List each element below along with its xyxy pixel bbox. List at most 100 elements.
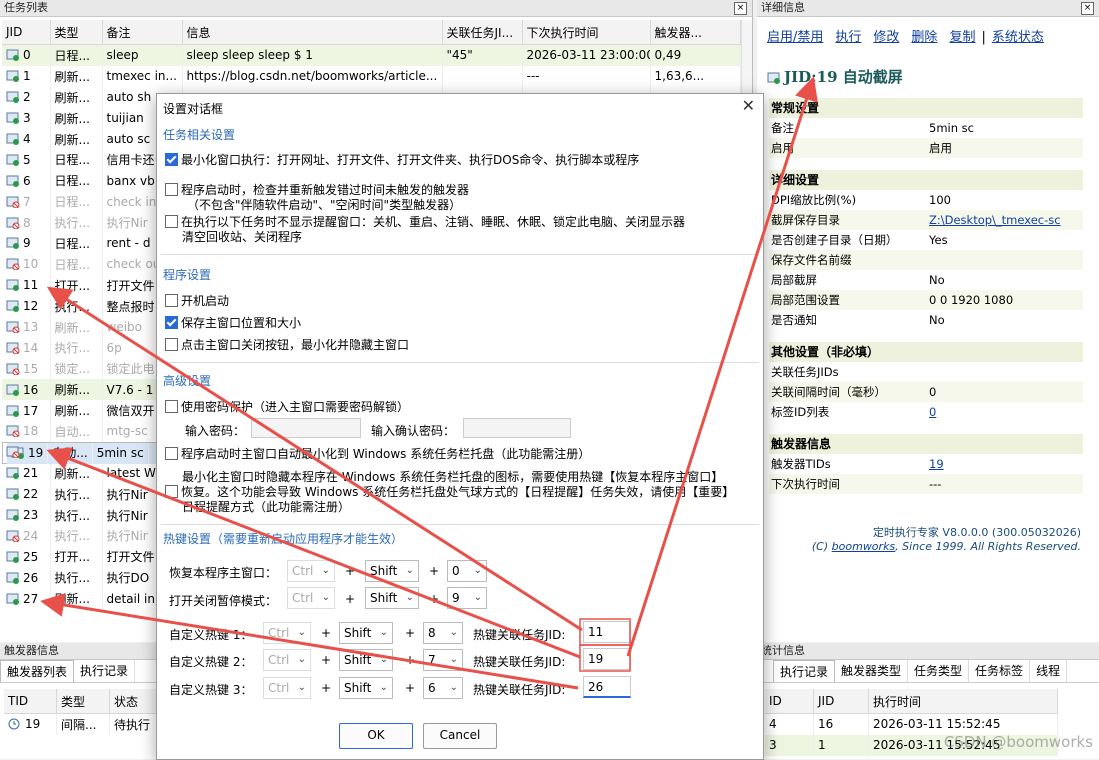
column-header[interactable]: 信息 [182,20,443,45]
checkbox-icon [165,215,178,228]
checkbox-minimize-exec[interactable]: 最小化窗口执行：打开网址、打开文件、打开文件夹、执行DOS命令、执行脚本或程序 [165,153,639,168]
checkbox-close-hide[interactable]: 点击主窗口关闭按钮，最小化并隐藏主窗口 [165,338,409,353]
close-icon[interactable]: × [1081,2,1094,15]
boomworks-link[interactable]: boomworks [832,540,896,553]
hotkey-restore-mod2[interactable]: Shift ⌄ [365,560,419,582]
tab-exec-records[interactable]: 执行记录 [773,660,836,682]
col-state[interactable]: 状态 [109,689,163,714]
tab-task-types[interactable]: 任务类型 [908,660,970,682]
hotkey-pause-key[interactable]: 9 ⌄ [447,587,487,609]
watermark: CSDN @boomworks [943,733,1093,751]
task-disabled-icon [6,196,20,208]
delete-link[interactable]: 删除 [911,30,937,45]
system-status-link[interactable]: 系统状态 [992,30,1044,45]
hotkey-custom3-mod1[interactable]: Ctrl ⌄ [263,677,311,699]
chevron-down-icon: ⌄ [449,654,458,665]
col-id[interactable]: ID [765,689,814,714]
detail-value: 100 [929,193,951,207]
close-icon[interactable]: × [734,2,747,15]
col-jid[interactable]: JID [813,689,869,714]
task-disabled-icon [6,446,20,459]
clock-icon [8,718,22,730]
hotkey-custom2-key[interactable]: 7 ⌄ [423,649,463,671]
group-hotkey-settings: 热键设置（需要重新启动应用程序才能生效） [163,532,404,546]
chevron-down-icon: ⌄ [405,565,414,576]
hotkey-custom3-mod2[interactable]: Shift ⌄ [339,677,393,699]
hotkey-custom1-mod2[interactable]: Shift ⌄ [339,622,393,644]
hotkey-custom1-mod1[interactable]: Ctrl ⌄ [263,622,311,644]
chevron-down-icon: ⌄ [473,565,482,576]
column-header[interactable]: 下次执行时间 [522,20,651,45]
column-header[interactable]: JID [2,20,51,45]
checkbox-hide-tray-icon[interactable]: 最小化主窗口时隐藏本程序在 Windows 系统任务栏托盘的图标，需要使用热键【… [165,470,734,515]
hotkey-custom2-mod2[interactable]: Shift ⌄ [339,649,393,671]
checkbox-password[interactable]: 使用密码保护（进入主窗口需要密码解锁） [165,400,409,415]
tab-threads[interactable]: 线程 [1030,660,1068,682]
trigger-table[interactable]: TID 类型 状态 19 间隔... 待执行 [4,689,163,735]
detail-value-link[interactable]: Z:\Desktop\_tmexec-sc [929,210,1083,230]
table-row[interactable]: 19 间隔... 待执行 [4,713,163,735]
task-enabled-icon [6,133,20,145]
table-row[interactable]: 1 刷新... tmexec in... https://blog.csdn.net/… [2,65,741,87]
tab-trigger-list[interactable]: 触发器列表 [0,660,75,682]
checkbox-checked-icon [165,153,178,166]
column-header[interactable]: 类型 [50,20,103,45]
table-row[interactable]: 0 日程... sleep sleep sleep sleep $ 1 "45" 2026… [2,44,741,66]
password-confirm-input[interactable] [463,418,571,438]
detail-value-link[interactable]: 19 [929,454,1083,474]
hotkey-restore-key[interactable]: 0 ⌄ [447,560,487,582]
hotkey-custom2-jid-label: 热键关联任务JID: [473,655,566,669]
hotkey-pause-mod2[interactable]: Shift ⌄ [365,587,419,609]
detail-section-header: 触发器信息 [769,434,1083,454]
tab-task-tags[interactable]: 任务标签 [969,660,1031,682]
hotkey-custom2-jid-input[interactable]: 19 [583,648,631,670]
hotkey-custom1-key[interactable]: 8 ⌄ [423,622,463,644]
execute-link[interactable]: 执行 [835,30,861,45]
column-header[interactable]: 备注 [102,20,183,45]
divider [161,524,759,525]
checkbox-minimize-tray[interactable]: 程序启动时主窗口自动最小化到 Windows 系统任务栏托盘（此功能需注册） [165,447,590,462]
close-icon[interactable]: ✕ [742,96,755,115]
copy-link[interactable]: 复制 [949,30,975,45]
chevron-down-icon: ⌄ [473,592,482,603]
detail-row: DPI缩放比例(%) 100 [769,190,1083,210]
hotkey-restore-mod1[interactable]: Ctrl ⌄ [287,560,335,582]
checkbox-autostart[interactable]: 开机启动 [165,294,229,309]
divider [161,362,759,363]
hotkey-custom2-mod1[interactable]: Ctrl ⌄ [263,649,311,671]
group-task-settings: 任务相关设置 [163,128,236,142]
detail-links: 启用/禁用 执行 修改 删除 复制 | 系统状态 [767,26,1056,45]
detail-value-link[interactable]: 0 [929,402,1083,422]
checkbox-check-missed[interactable]: 程序启动时，检查并重新触发错过时间未触发的触发器 （不包含"伴随软件启动"、"空闲… [165,177,469,213]
task-enabled-icon [6,551,20,563]
chevron-down-icon: ⌄ [379,627,388,638]
checkbox-no-reminder[interactable]: 在执行以下任务时不显示提醒窗口：关机、重启、注销、睡眠、休眠、锁定此电脑、关闭显… [165,215,685,245]
tab-trigger-types[interactable]: 触发器类型 [835,660,909,682]
detail-value: 0 0 1920 1080 [929,293,1014,307]
detail-value [929,250,1083,270]
password-input[interactable] [251,418,361,438]
col-exec-time[interactable]: 执行时间 [868,689,1058,714]
task-enabled-icon [6,49,20,62]
col-tid[interactable]: TID [4,689,57,714]
ok-button[interactable]: OK [339,723,413,749]
cancel-button[interactable]: Cancel [423,723,497,749]
hotkey-custom1-jid-input[interactable]: 11 [583,621,631,643]
column-header[interactable]: 关联任务JI... [442,20,523,45]
divider [161,254,759,255]
tab-exec-log[interactable]: 执行记录 [74,660,136,682]
edit-link[interactable]: 修改 [873,30,899,45]
hotkey-custom3-label: 自定义热键 3： [169,683,253,697]
hotkey-custom3-key[interactable]: 6 ⌄ [423,677,463,699]
hotkey-custom3-jid-input[interactable]: 26 [583,676,631,698]
stats-panel-title: 统计信息 [757,643,1099,660]
checkbox-checked-icon [165,316,178,329]
hotkey-pause-mod1[interactable]: Ctrl ⌄ [287,587,335,609]
task-enabled-icon [6,279,20,292]
column-header[interactable]: 触发器... [650,20,741,45]
table-row[interactable]: 4 16 2026-03-11 15:52:45 [765,713,1058,735]
enable-disable-link[interactable]: 启用/禁用 [767,30,823,45]
checkbox-save-position[interactable]: 保存主窗口位置和大小 [165,316,301,331]
chevron-down-icon: ⌄ [379,682,388,693]
col-type[interactable]: 类型 [56,689,110,714]
